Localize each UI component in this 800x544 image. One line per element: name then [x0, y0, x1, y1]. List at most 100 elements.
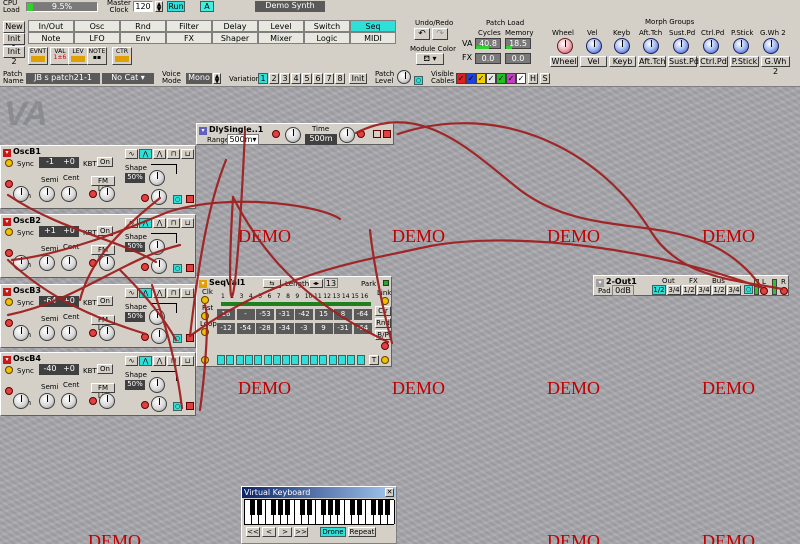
osc-out-jack[interactable]	[186, 195, 194, 203]
tab-seq[interactable]: Seq	[350, 20, 396, 32]
tab-env[interactable]: Env	[120, 32, 166, 44]
palette-lev[interactable]: LEV	[68, 47, 88, 65]
morph-knob-wheel[interactable]	[557, 38, 573, 54]
black-key[interactable]	[335, 500, 341, 515]
out-l-jack[interactable]	[760, 287, 768, 295]
osc-fm-knob[interactable]	[99, 393, 115, 409]
osc-shape-value[interactable]: 50%	[125, 242, 145, 252]
osc-shape-knob[interactable]	[149, 377, 165, 393]
osc-shape-knob[interactable]	[149, 170, 165, 186]
seq-step-value[interactable]: -	[236, 309, 255, 320]
patch-level-morph[interactable]: ○	[414, 76, 423, 85]
osc-shape-mod-jack[interactable]	[141, 333, 149, 341]
osc-shape-mod-knob[interactable]	[151, 189, 167, 205]
cable-hide-button[interactable]: H	[528, 73, 538, 84]
tab-in-out[interactable]: In/Out	[28, 20, 74, 32]
seq-step-value[interactable]: -31	[334, 323, 352, 334]
morph-button-keyb[interactable]: Keyb	[609, 56, 636, 67]
seq-trigger-step[interactable]	[356, 355, 365, 365]
osc-fm-mode-button[interactable]: FM Lin	[91, 315, 115, 332]
black-key[interactable]	[356, 500, 362, 515]
module-color-picker[interactable]: ⛾ ▾	[416, 53, 444, 65]
osc-fm-mode-button[interactable]: FM Lin	[91, 383, 115, 400]
osc-fm-knob[interactable]	[99, 186, 115, 202]
seq-trigger-step[interactable]	[254, 355, 263, 365]
osc-fine-value[interactable]: +0	[59, 226, 79, 237]
osc-pitch-jack[interactable]	[5, 319, 13, 327]
variation-7[interactable]: 7	[324, 73, 334, 84]
seq-trigger-t-button[interactable]: T	[369, 355, 379, 365]
variation-init-button[interactable]: Init	[349, 73, 367, 84]
waveform-pulse-button[interactable]: ⊔	[181, 288, 194, 298]
osc-fm-jack[interactable]	[89, 259, 97, 267]
tab-mixer[interactable]: Mixer	[258, 32, 304, 44]
module-menu-icon[interactable]: ▾	[596, 279, 604, 287]
seq-trigger-step[interactable]	[347, 355, 356, 365]
seq-trigger-step[interactable]	[300, 355, 309, 365]
seq-trigger-step[interactable]	[244, 355, 253, 365]
waveform-square-button[interactable]: ⊓	[167, 149, 180, 159]
osc-pitch-mod-knob[interactable]	[13, 325, 29, 341]
seq-trigger-step[interactable]	[263, 355, 272, 365]
osc-shape-mod-knob[interactable]	[151, 396, 167, 412]
cable-color-toggle[interactable]: ✓	[516, 73, 526, 84]
osc-pitch-mod-knob[interactable]	[13, 393, 29, 409]
seq-trigger-step[interactable]	[328, 355, 337, 365]
osc-semi-knob[interactable]	[39, 186, 55, 202]
out-option-3[interactable]: 1/2	[682, 285, 696, 295]
black-key[interactable]	[271, 500, 277, 515]
osc-fm-mode-button[interactable]: FM Lin	[91, 245, 115, 262]
osc-kbt-button[interactable]: On	[97, 157, 113, 167]
waveform-tri-button[interactable]: ⋀	[139, 356, 152, 366]
osc-cent-knob[interactable]	[61, 393, 77, 409]
waveform-sine-button[interactable]: ∿	[125, 218, 138, 228]
seq-out-jack[interactable]	[381, 342, 389, 350]
seq-step-value[interactable]: -42	[295, 309, 313, 320]
osc-pitch-jack[interactable]	[5, 249, 13, 257]
seq-trig-jack[interactable]	[201, 356, 209, 364]
seq-step-value[interactable]: -34	[275, 323, 294, 334]
osc-mute-button[interactable]: ○	[173, 402, 182, 411]
cable-color-toggle[interactable]: ✓	[456, 73, 466, 84]
palette-note[interactable]: NOTE ▪▪	[87, 47, 107, 65]
waveform-square-button[interactable]: ⊓	[167, 356, 180, 366]
delay-input-knob[interactable]	[285, 127, 301, 143]
variation-6[interactable]: 6	[313, 73, 323, 84]
patch-name-field[interactable]: JB s patch21-1	[26, 73, 100, 84]
seq-step-value[interactable]: -64	[353, 309, 372, 320]
synth-name-field[interactable]: Demo Synth	[255, 1, 325, 12]
seq-length-stepper[interactable]: ◂▸	[309, 279, 323, 288]
out-mute-button[interactable]: ○	[744, 285, 753, 294]
piano-keys[interactable]	[244, 499, 395, 525]
seq-step-value[interactable]: 8	[334, 309, 352, 320]
waveform-sine-button[interactable]: ∿	[125, 356, 138, 366]
osc-shape-knob[interactable]	[149, 239, 165, 255]
morph-button-wheel[interactable]: Wheel	[550, 56, 578, 67]
waveform-saw-button[interactable]: ⋀	[153, 149, 166, 159]
delay-out-jack[interactable]	[373, 130, 381, 138]
module-menu-icon[interactable]: ▾	[199, 127, 207, 135]
seq-step-value[interactable]: -64	[353, 323, 372, 334]
osc-kbt-button[interactable]: On	[97, 364, 113, 374]
variation-4[interactable]: 4	[291, 73, 301, 84]
morph-button-afttch[interactable]: Aft.Tch	[638, 56, 666, 67]
delay-in-jack[interactable]	[272, 130, 280, 138]
osc-fine-value[interactable]: +0	[59, 364, 79, 375]
init2-button[interactable]: Init 2	[3, 46, 25, 66]
variation-a-button[interactable]: A	[200, 1, 214, 12]
osc-cent-knob[interactable]	[61, 325, 77, 341]
osc-shape-mod-jack[interactable]	[141, 401, 149, 409]
out-option-5[interactable]: 1/2	[712, 285, 726, 295]
osc-cent-knob[interactable]	[61, 255, 77, 271]
morph-knob-afttch[interactable]	[643, 38, 659, 54]
waveform-saw-button[interactable]: ⋀	[153, 218, 166, 228]
octave-first-button[interactable]: <<	[246, 527, 260, 537]
seq-trigger-step[interactable]	[291, 355, 300, 365]
out-option-1[interactable]: 1/2	[652, 285, 666, 295]
osc-pitch-jack[interactable]	[5, 387, 13, 395]
tab-logic[interactable]: Logic	[304, 32, 350, 44]
out-option-2[interactable]: 3/4	[667, 285, 681, 295]
osc-shape-value[interactable]: 50%	[125, 380, 145, 390]
tab-delay[interactable]: Delay	[212, 20, 258, 32]
drone-button[interactable]: Drone	[320, 527, 346, 537]
